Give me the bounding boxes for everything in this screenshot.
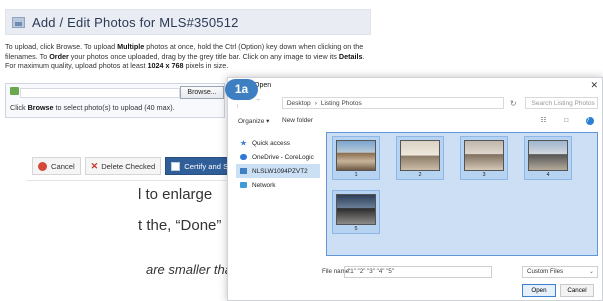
photo-thumbnail-image — [336, 194, 376, 225]
search-placeholder: Search Listing Photos — [531, 99, 595, 107]
panel-header: Add / Edit Photos for MLS#350512 — [5, 9, 371, 35]
file-thumbnail[interactable]: 4 — [524, 136, 572, 180]
file-thumbnail[interactable]: 2 — [396, 136, 444, 180]
instr-text: pixels in size. — [183, 61, 229, 71]
save-icon — [171, 161, 181, 171]
instr-bold-size: 1024 x 768 — [147, 61, 184, 71]
instr-text: To upload, click Browse. To upload — [5, 42, 118, 51]
action-buttons: Cancel ✕ Delete Checked Certify and Save — [32, 157, 247, 175]
network-icon — [240, 182, 247, 188]
dialog-cancel-button[interactable]: Cancel — [560, 284, 594, 297]
refresh-icon[interactable]: ↻ — [510, 99, 517, 108]
navigation-pane: Quick access OneDrive - CoreLogic NLSLW1… — [236, 136, 320, 226]
x-icon: ✕ — [90, 160, 99, 171]
panel-title: Add / Edit Photos for MLS#350512 — [32, 14, 239, 30]
file-name-input[interactable]: "1" "2" "3" "4" "5" — [344, 266, 492, 278]
upload-instructions: To upload, click Browse. To upload Multi… — [5, 42, 371, 71]
tutorial-text-3: are smaller than — [146, 262, 240, 277]
file-name-row: File name: "1" "2" "3" "4" "5" Custom Fi… — [236, 266, 598, 278]
organize-menu[interactable]: Organize ▾ — [238, 117, 269, 125]
nav-item-label: Network — [252, 181, 276, 189]
instr-bold-multiple: Multiple — [117, 42, 145, 51]
new-folder-button[interactable]: New folder — [282, 117, 313, 124]
chevron-down-icon: ⌄ — [588, 268, 594, 275]
breadcrumb-separator: › — [314, 99, 317, 107]
screenshot-root: Add / Edit Photos for MLS#350512 To uplo… — [0, 0, 603, 301]
nav-item-quick-access[interactable]: Quick access — [236, 136, 320, 150]
close-icon[interactable]: ✕ — [590, 80, 598, 91]
help-text: Click — [10, 103, 28, 112]
photo-icon — [12, 16, 25, 28]
cancel-icon — [38, 161, 47, 171]
nav-item-label: NLSLW1094PZVT2 — [252, 167, 308, 175]
file-label: 3 — [482, 172, 486, 178]
file-thumbnail[interactable]: 1 — [332, 136, 380, 180]
file-path-input[interactable] — [20, 88, 180, 98]
delete-label: Delete Checked — [101, 161, 156, 171]
address-bar: ← → ↑ Desktop › Listing Photos ↻ Search … — [236, 96, 598, 110]
cancel-label: Cancel — [51, 161, 75, 171]
path-breadcrumb[interactable]: Desktop › Listing Photos — [281, 97, 504, 109]
help-bold-browse: Browse — [27, 103, 54, 112]
delete-checked-button[interactable]: ✕ Delete Checked — [84, 157, 162, 175]
star-icon — [240, 140, 247, 146]
help-icon[interactable]: ? — [586, 117, 594, 125]
search-input[interactable]: Search Listing Photos — [524, 97, 598, 109]
file-thumbnail[interactable]: 3 — [460, 136, 508, 180]
cancel-button[interactable]: Cancel — [32, 157, 81, 175]
help-text: to select photo(s) to upload (40 max). — [53, 103, 175, 112]
browse-button[interactable]: Browse... — [180, 86, 224, 99]
breadcrumb-desktop[interactable]: Desktop — [287, 100, 311, 107]
step-badge: 1a — [225, 79, 258, 100]
file-label: 2 — [418, 172, 422, 178]
upload-box: Browse... Click Browse to select photo(s… — [5, 83, 225, 118]
photo-thumbnail-image — [464, 140, 504, 171]
file-list: 1 2 3 4 5 — [326, 132, 600, 258]
tutorial-text-2: t the, “Done” — [138, 217, 222, 234]
photo-thumbnail-image — [528, 140, 568, 171]
computer-icon — [240, 168, 247, 174]
nav-item-network[interactable]: Network — [236, 178, 320, 192]
file-label: 5 — [354, 226, 358, 232]
instr-bold-details: Details — [338, 51, 363, 61]
open-button[interactable]: Open — [522, 284, 556, 297]
photo-thumbnail-image — [336, 140, 376, 171]
file-label: 4 — [546, 172, 550, 178]
photo-thumbnail-image — [400, 140, 440, 171]
dialog-toolbar: Organize ▾ New folder ☷ □ ? — [238, 116, 598, 128]
view-options[interactable]: ☷ □ ? — [541, 116, 594, 125]
file-type-select[interactable]: Custom Files ⌄ — [522, 266, 598, 278]
upload-icon — [10, 87, 19, 95]
nav-item-this-pc[interactable]: NLSLW1094PZVT2 — [236, 164, 320, 178]
file-type-value: Custom Files — [527, 268, 564, 275]
nav-item-onedrive[interactable]: OneDrive - CoreLogic — [236, 150, 320, 164]
instr-bold-order: Order — [49, 51, 69, 61]
file-thumbnail[interactable]: 5 — [332, 190, 380, 234]
file-label: 1 — [354, 172, 358, 178]
nav-item-label: OneDrive - CoreLogic — [252, 153, 314, 161]
cloud-icon — [240, 154, 247, 160]
upload-help: Click Browse to select photo(s) to uploa… — [10, 103, 175, 112]
breadcrumb-folder[interactable]: Listing Photos — [321, 100, 362, 107]
view-icon[interactable]: ☷ □ — [541, 117, 577, 124]
instr-text: your photos once uploaded, drag by the g… — [68, 51, 339, 61]
divider — [26, 180, 226, 181]
tutorial-text-1: l to enlarge — [138, 186, 213, 203]
open-file-dialog: Open ✕ ← → ↑ Desktop › Listing Photos ↻ … — [227, 77, 603, 301]
nav-item-label: Quick access — [252, 139, 291, 147]
